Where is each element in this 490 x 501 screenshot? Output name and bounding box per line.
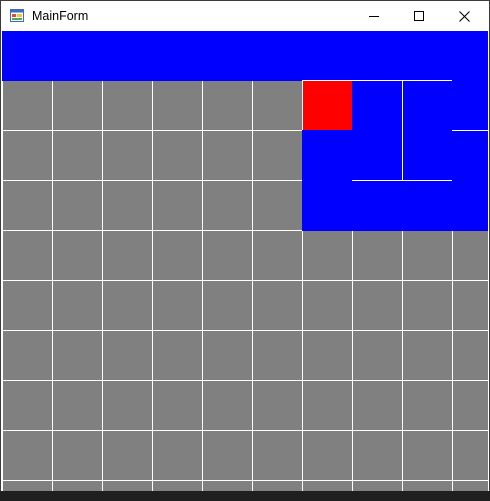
close-button[interactable] [441,1,487,31]
red-cell[interactable] [303,81,352,130]
main-window: MainForm [0,0,490,501]
minimize-icon [369,11,379,21]
maximize-icon [414,11,424,21]
close-icon [458,10,470,22]
game-board-area[interactable] [2,31,488,492]
window-title: MainForm [32,9,89,23]
blue-block[interactable] [2,31,488,81]
maximize-button[interactable] [396,1,442,31]
blue-block[interactable] [452,80,488,131]
title-bar[interactable]: MainForm [1,1,489,31]
minimize-button[interactable] [351,1,397,31]
desktop-edge [0,491,490,501]
game-board[interactable] [2,31,488,492]
app-form-icon[interactable] [10,9,24,22]
